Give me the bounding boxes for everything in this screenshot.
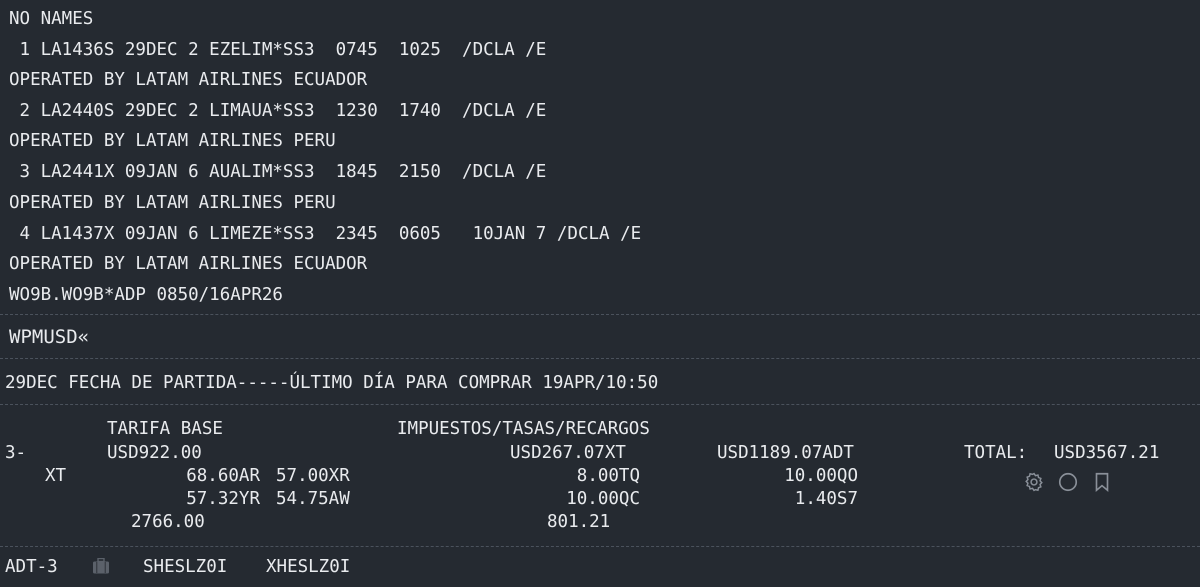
xt-tax-item: 68.60AR <box>186 466 260 486</box>
xt-tax-item: 57.00XR <box>276 466 350 486</box>
xt-tax-item: 8.00TQ <box>576 466 640 486</box>
bookmark-icon[interactable] <box>1091 471 1113 493</box>
circle-icon[interactable] <box>1057 471 1079 493</box>
operated-by-line: OPERATED BY LATAM AIRLINES ECUADOR <box>9 70 368 90</box>
operated-by-line: OPERATED BY LATAM AIRLINES PERU <box>9 193 336 213</box>
xt-tax-item: 10.00QO <box>784 466 858 486</box>
section-divider <box>0 314 1200 315</box>
xt-tax-item: 57.32YR <box>186 489 260 509</box>
base-fare-sum: 2766.00 <box>131 512 205 532</box>
base-fare-header: TARIFA BASE <box>107 419 223 439</box>
segment-line: 3 LA2441X 09JAN 6 AUALIM*SS3 1845 2150 /… <box>9 162 547 182</box>
baggage-icon[interactable] <box>92 557 110 574</box>
xt-tax-item: 10.00QC <box>566 489 640 509</box>
agent-line: WO9B.WO9B*ADP 0850/16APR26 <box>9 285 283 305</box>
pnr-header: NO NAMES <box>9 9 94 29</box>
gear-icon[interactable] <box>1023 471 1045 493</box>
fare-basis-code: SHESLZ0I <box>143 557 228 577</box>
segment-line: 2 LA2440S 29DEC 2 LIMAUA*SS3 1230 1740 /… <box>9 101 547 121</box>
passenger-type: ADT-3 <box>5 557 58 577</box>
total-label: TOTAL: <box>964 443 1028 463</box>
taxes-header: IMPUESTOS/TASAS/RECARGOS <box>397 419 650 439</box>
base-fare: USD922.00 <box>107 443 202 463</box>
fare-basis-code: XHESLZ0I <box>266 557 351 577</box>
ticketing-deadline-notice: 29DEC FECHA DE PARTIDA-----ÚLTIMO DÍA PA… <box>5 373 659 393</box>
section-divider <box>0 358 1200 359</box>
per-passenger-total: USD1189.07ADT <box>717 443 854 463</box>
section-divider <box>0 404 1200 405</box>
segment-line: 1 LA1436S 29DEC 2 EZELIM*SS3 0745 1025 /… <box>9 40 547 60</box>
xt-tax-item: 1.40S7 <box>794 489 858 509</box>
xt-label: XT <box>45 466 67 486</box>
segment-line: 4 LA1437X 09JAN 6 LIMEZE*SS3 2345 0605 1… <box>9 224 642 244</box>
taxes-amount: USD267.07XT <box>510 443 626 463</box>
passenger-count: 3- <box>5 443 27 463</box>
operated-by-line: OPERATED BY LATAM AIRLINES ECUADOR <box>9 254 368 274</box>
command-entry[interactable]: WPMUSD« <box>9 327 89 347</box>
taxes-sum: 801.21 <box>547 512 611 532</box>
grand-total: USD3567.21 <box>1054 443 1160 463</box>
section-divider <box>0 546 1200 547</box>
xt-tax-item: 54.75AW <box>276 489 350 509</box>
operated-by-line: OPERATED BY LATAM AIRLINES PERU <box>9 131 336 151</box>
